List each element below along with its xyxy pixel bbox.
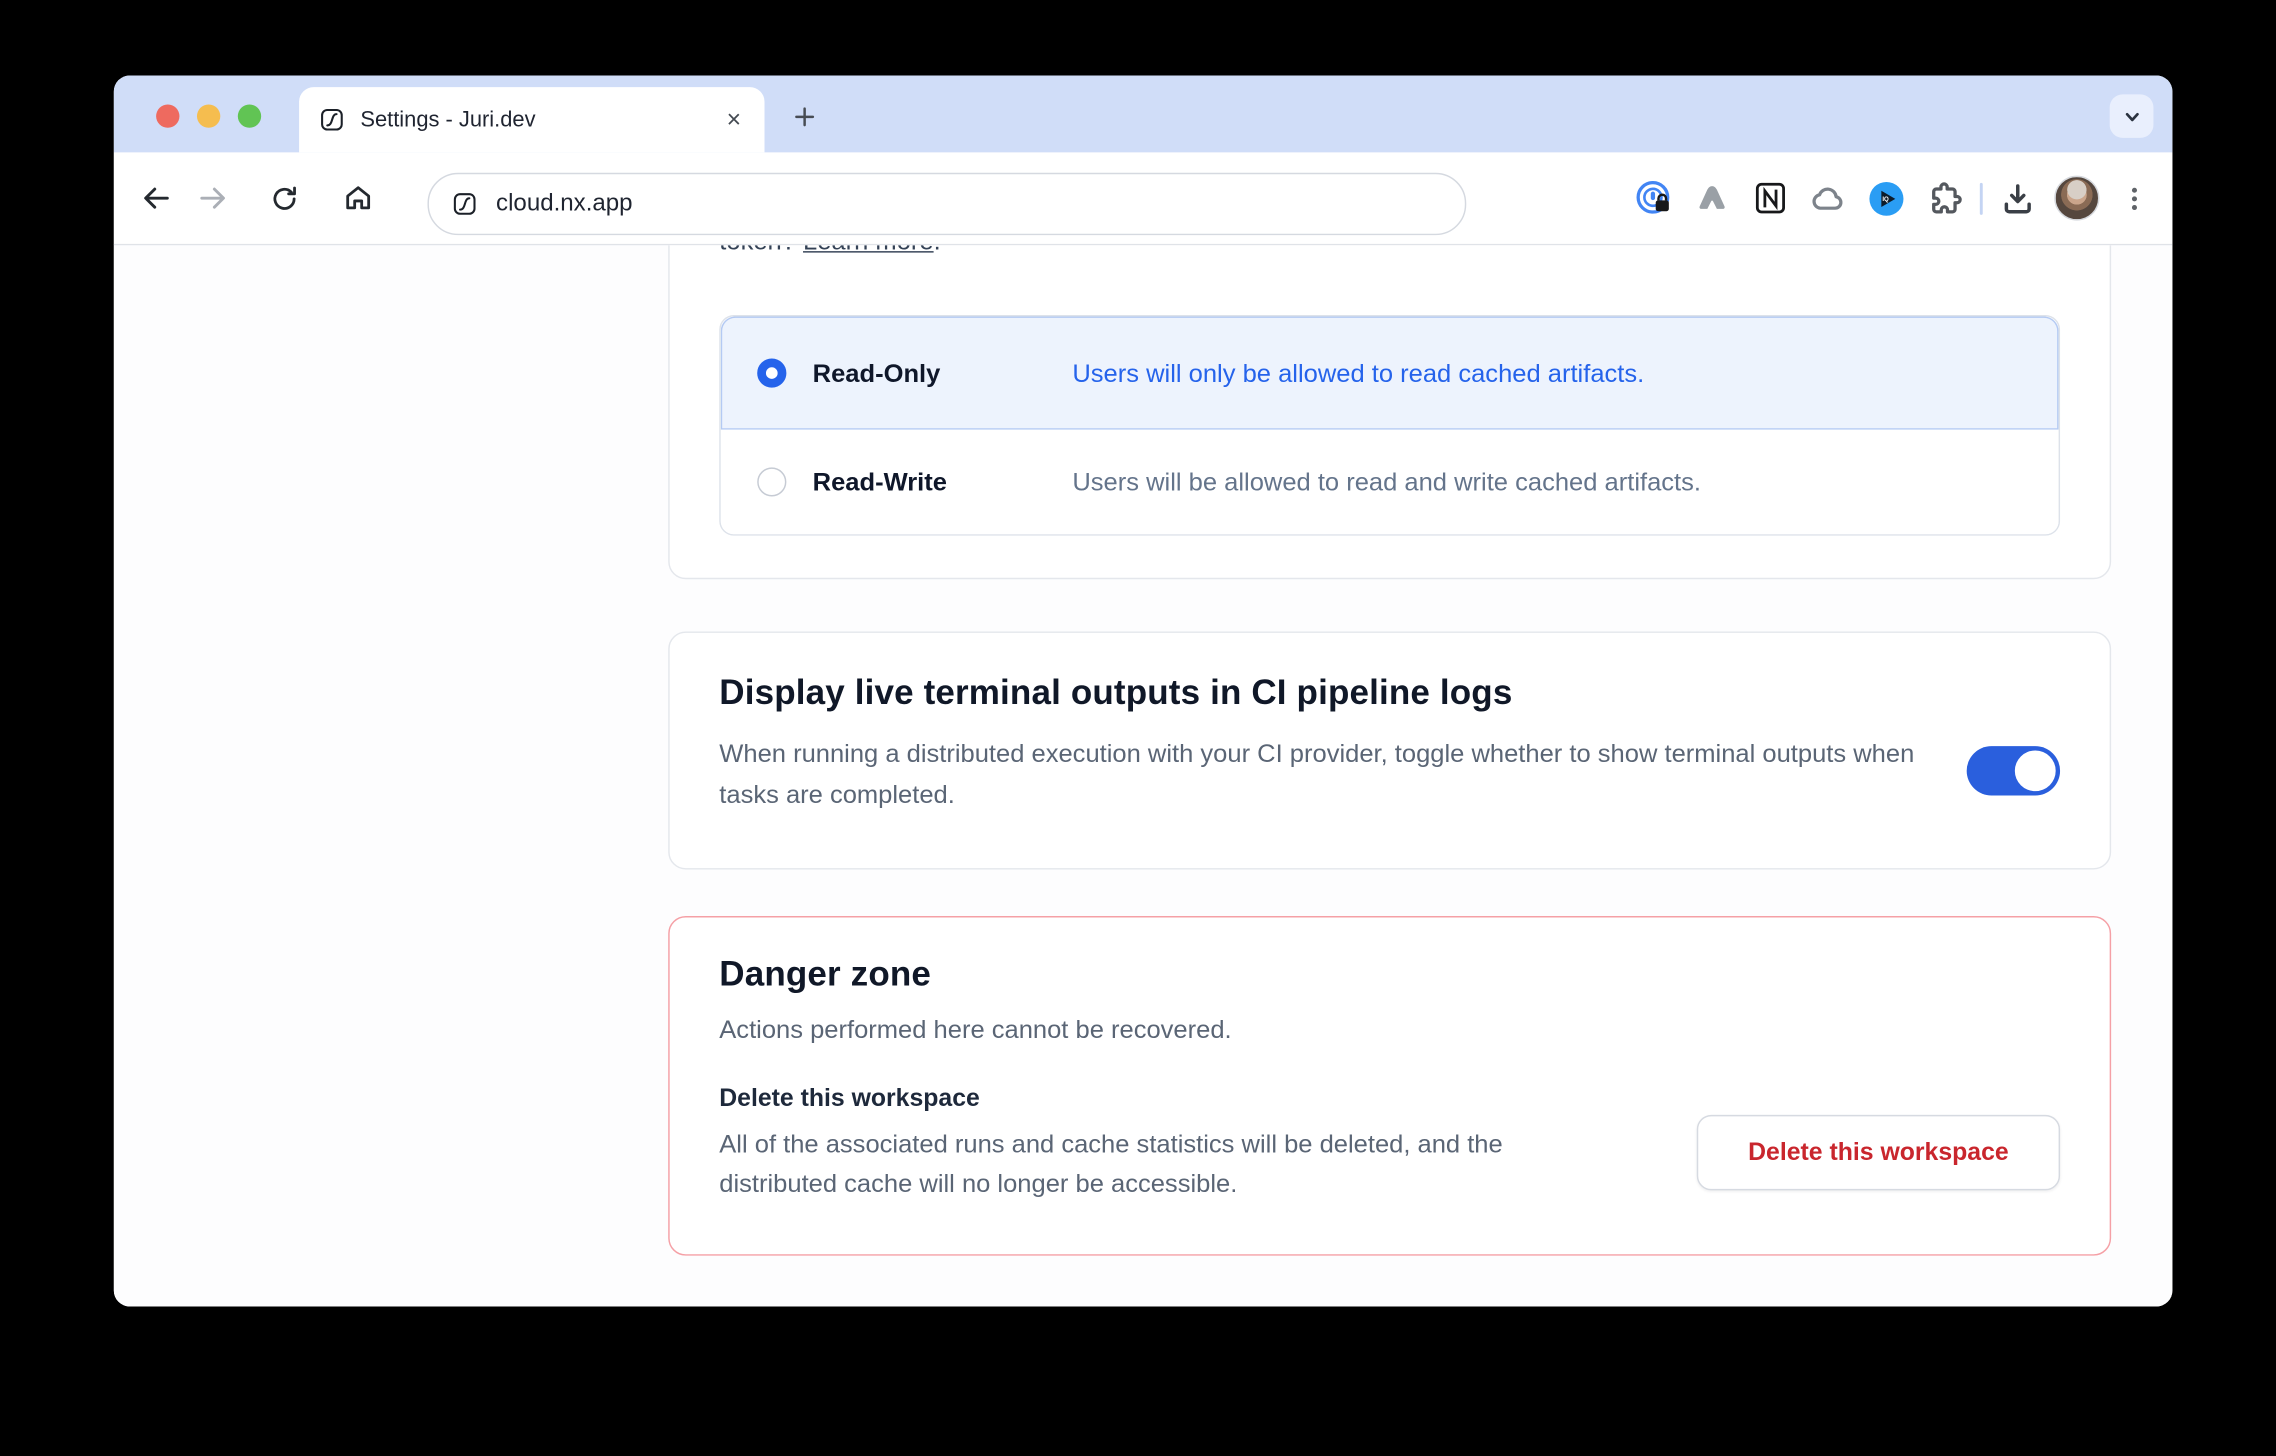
reload-button[interactable]: [257, 171, 312, 226]
toggle-knob: [2015, 751, 2056, 792]
forward-arrow-icon: [195, 181, 229, 214]
danger-zone-title: Danger zone: [719, 955, 2060, 996]
learn-more-link[interactable]: Learn more: [803, 245, 934, 255]
delete-workspace-description: All of the associated runs and cache sta…: [719, 1125, 1624, 1203]
radio-description: Users will only be allowed to read cache…: [1072, 358, 1644, 388]
radio-label: Read-Only: [813, 358, 1073, 388]
plus-icon: [791, 104, 816, 129]
site-favicon: [452, 192, 477, 217]
tab-title: Settings - Juri.dev: [360, 107, 715, 132]
downloads-button[interactable]: [1989, 169, 2047, 227]
terminal-card-description: When running a distributed execution wit…: [719, 733, 1974, 814]
back-button[interactable]: [128, 171, 183, 226]
nx-cloud-favicon: [320, 107, 345, 132]
delete-workspace-button[interactable]: Delete this workspace: [1697, 1115, 2060, 1190]
address-bar[interactable]: cloud.nx.app: [427, 173, 1466, 235]
close-window-button[interactable]: [156, 105, 179, 128]
fullscreen-window-button[interactable]: [238, 105, 261, 128]
delete-workspace-heading: Delete this workspace: [719, 1084, 2060, 1113]
cloud-extension-icon[interactable]: [1799, 169, 1857, 227]
avatar: [2054, 176, 2099, 221]
access-control-card: token? Learn more. Read-Only Users will …: [668, 245, 2111, 579]
radio-description: Users will be allowed to read and write …: [1072, 467, 1701, 497]
radio-option-read-only[interactable]: Read-Only Users will only be allowed to …: [721, 316, 2059, 429]
tab-strip: Settings - Juri.dev ×: [114, 75, 2173, 152]
back-arrow-icon: [139, 181, 173, 214]
home-icon: [341, 181, 375, 214]
token-help-prefix: token?: [719, 245, 803, 255]
tab-close-icon[interactable]: ×: [715, 101, 753, 139]
profile-avatar[interactable]: [2047, 169, 2105, 227]
extensions-row: IQ: [1624, 152, 2173, 243]
onepassword-extension-icon[interactable]: [1624, 169, 1682, 227]
minimize-window-button[interactable]: [197, 105, 220, 128]
chevron-down-icon: [2119, 104, 2144, 129]
token-help-text: token? Learn more.: [719, 245, 940, 257]
new-tab-button[interactable]: [783, 96, 824, 137]
extensions-puzzle-icon[interactable]: [1916, 169, 1974, 227]
url-text: cloud.nx.app: [496, 190, 633, 218]
tab-search-button[interactable]: [2110, 94, 2154, 138]
tab-settings[interactable]: Settings - Juri.dev ×: [299, 87, 764, 152]
terminal-card-title: Display live terminal outputs in CI pipe…: [719, 674, 2060, 715]
svg-text:IQ: IQ: [1882, 196, 1889, 203]
kebab-menu-icon: [2118, 182, 2150, 214]
token-help-suffix: .: [934, 245, 941, 255]
terminal-outputs-card: Display live terminal outputs in CI pipe…: [668, 631, 2111, 869]
reload-icon: [268, 182, 300, 214]
radio-selected-icon[interactable]: [757, 359, 786, 388]
terminal-outputs-toggle[interactable]: [1967, 746, 2060, 795]
browser-window: Settings - Juri.dev ×: [114, 75, 2173, 1306]
radio-option-read-write[interactable]: Read-Write Users will be allowed to read…: [721, 430, 2059, 535]
access-mode-radio-group: Read-Only Users will only be allowed to …: [719, 315, 2060, 536]
play-iq-extension-icon[interactable]: IQ: [1857, 169, 1915, 227]
browser-menu-button[interactable]: [2105, 169, 2163, 227]
danger-zone-card: Danger zone Actions performed here canno…: [668, 916, 2111, 1256]
toolbar-separator: [1980, 182, 1983, 214]
radio-label: Read-Write: [813, 467, 1073, 497]
mountain-extension-icon[interactable]: [1682, 169, 1740, 227]
forward-button[interactable]: [184, 171, 239, 226]
radio-unselected-icon[interactable]: [757, 467, 786, 496]
notion-extension-icon[interactable]: [1741, 169, 1799, 227]
browser-toolbar: cloud.nx.app: [114, 152, 2173, 245]
download-icon: [1999, 179, 2037, 217]
danger-zone-subtitle: Actions performed here cannot be recover…: [719, 1009, 2060, 1050]
home-button[interactable]: [330, 171, 385, 226]
settings-page: token? Learn more. Read-Only Users will …: [114, 245, 2173, 1306]
screenshot-stage: Settings - Juri.dev ×: [0, 0, 2276, 1456]
